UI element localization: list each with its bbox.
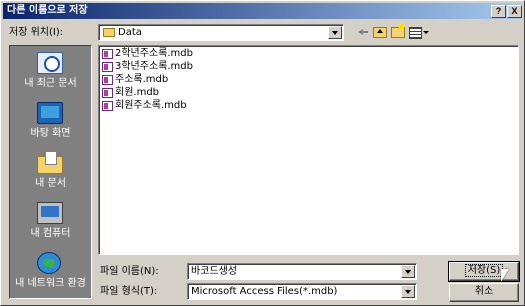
access-database-icon: [102, 101, 113, 111]
file-list[interactable]: 2학년주소록.mdb 3학년주소록.mdb 주소록.mdb 회원.mdb 회원주…: [98, 45, 519, 255]
access-database-icon: [102, 49, 113, 59]
save-location-label: 저장 위치(I):: [9, 27, 64, 38]
file-name: 주소록.mdb: [115, 74, 169, 85]
save-location-value: Data: [118, 27, 142, 38]
place-label: 내 최근 문서: [24, 78, 77, 89]
recent-documents-icon: [37, 52, 63, 74]
file-type-label: 파일 형식(T):: [100, 286, 158, 297]
network-places-icon: [37, 252, 61, 274]
views-menu-icon[interactable]: [409, 26, 429, 39]
places-bar: 내 최근 문서 바탕 화면 내 문서 내 컴퓨터 내 네트워크 환경: [9, 45, 92, 299]
file-name: 2학년주소록.mdb: [115, 48, 193, 59]
place-recent-documents[interactable]: 내 최근 문서: [10, 48, 91, 98]
place-label: 내 컴퓨터: [30, 228, 71, 239]
chevron-down-icon[interactable]: [328, 26, 342, 39]
place-label: 내 네트워크 환경: [15, 278, 86, 289]
place-my-documents[interactable]: 내 문서: [10, 148, 91, 198]
file-name: 회원주소록.mdb: [115, 100, 187, 111]
chevron-down-icon[interactable]: [401, 285, 415, 298]
save-button-label: 저장(S): [464, 264, 504, 277]
mouse-cursor-icon: [501, 269, 509, 282]
file-name: 3학년주소록.mdb: [115, 61, 193, 72]
title-bar[interactable]: 다른 이름으로 저장 ? X: [3, 3, 522, 19]
folder-icon: [103, 28, 115, 37]
desktop-icon: [37, 102, 63, 124]
new-folder-icon[interactable]: [391, 27, 405, 38]
back-icon[interactable]: [356, 26, 370, 39]
place-label: 바탕 화면: [30, 128, 71, 139]
place-desktop[interactable]: 바탕 화면: [10, 98, 91, 148]
file-name-value: 바코드생성: [191, 266, 237, 277]
up-folder-icon[interactable]: [373, 27, 387, 38]
file-type-value: Microsoft Access Files(*.mdb): [191, 286, 338, 297]
save-location-dropdown[interactable]: Data: [98, 24, 344, 41]
access-database-icon: [102, 88, 113, 98]
my-computer-icon: [37, 202, 63, 224]
place-network[interactable]: 내 네트워크 환경: [10, 248, 91, 298]
save-as-dialog: 다른 이름으로 저장 ? X 저장 위치(I): Data 내 최근 문서 바탕…: [0, 0, 525, 306]
help-button[interactable]: ?: [491, 5, 506, 18]
my-documents-icon: [37, 151, 63, 174]
access-database-icon: [102, 75, 113, 85]
file-type-dropdown[interactable]: Microsoft Access Files(*.mdb): [187, 283, 417, 300]
file-name-label: 파일 이름(N):: [100, 266, 159, 277]
file-name-field[interactable]: 바코드생성: [187, 263, 417, 280]
file-name: 회원.mdb: [115, 87, 160, 98]
access-database-icon: [102, 62, 113, 72]
place-label: 내 문서: [35, 178, 66, 189]
place-my-computer[interactable]: 내 컴퓨터: [10, 198, 91, 248]
cancel-button[interactable]: 취소: [449, 283, 519, 302]
chevron-down-icon[interactable]: [401, 265, 415, 278]
window-title: 다른 이름으로 저장: [7, 5, 88, 16]
close-button[interactable]: X: [507, 5, 522, 18]
